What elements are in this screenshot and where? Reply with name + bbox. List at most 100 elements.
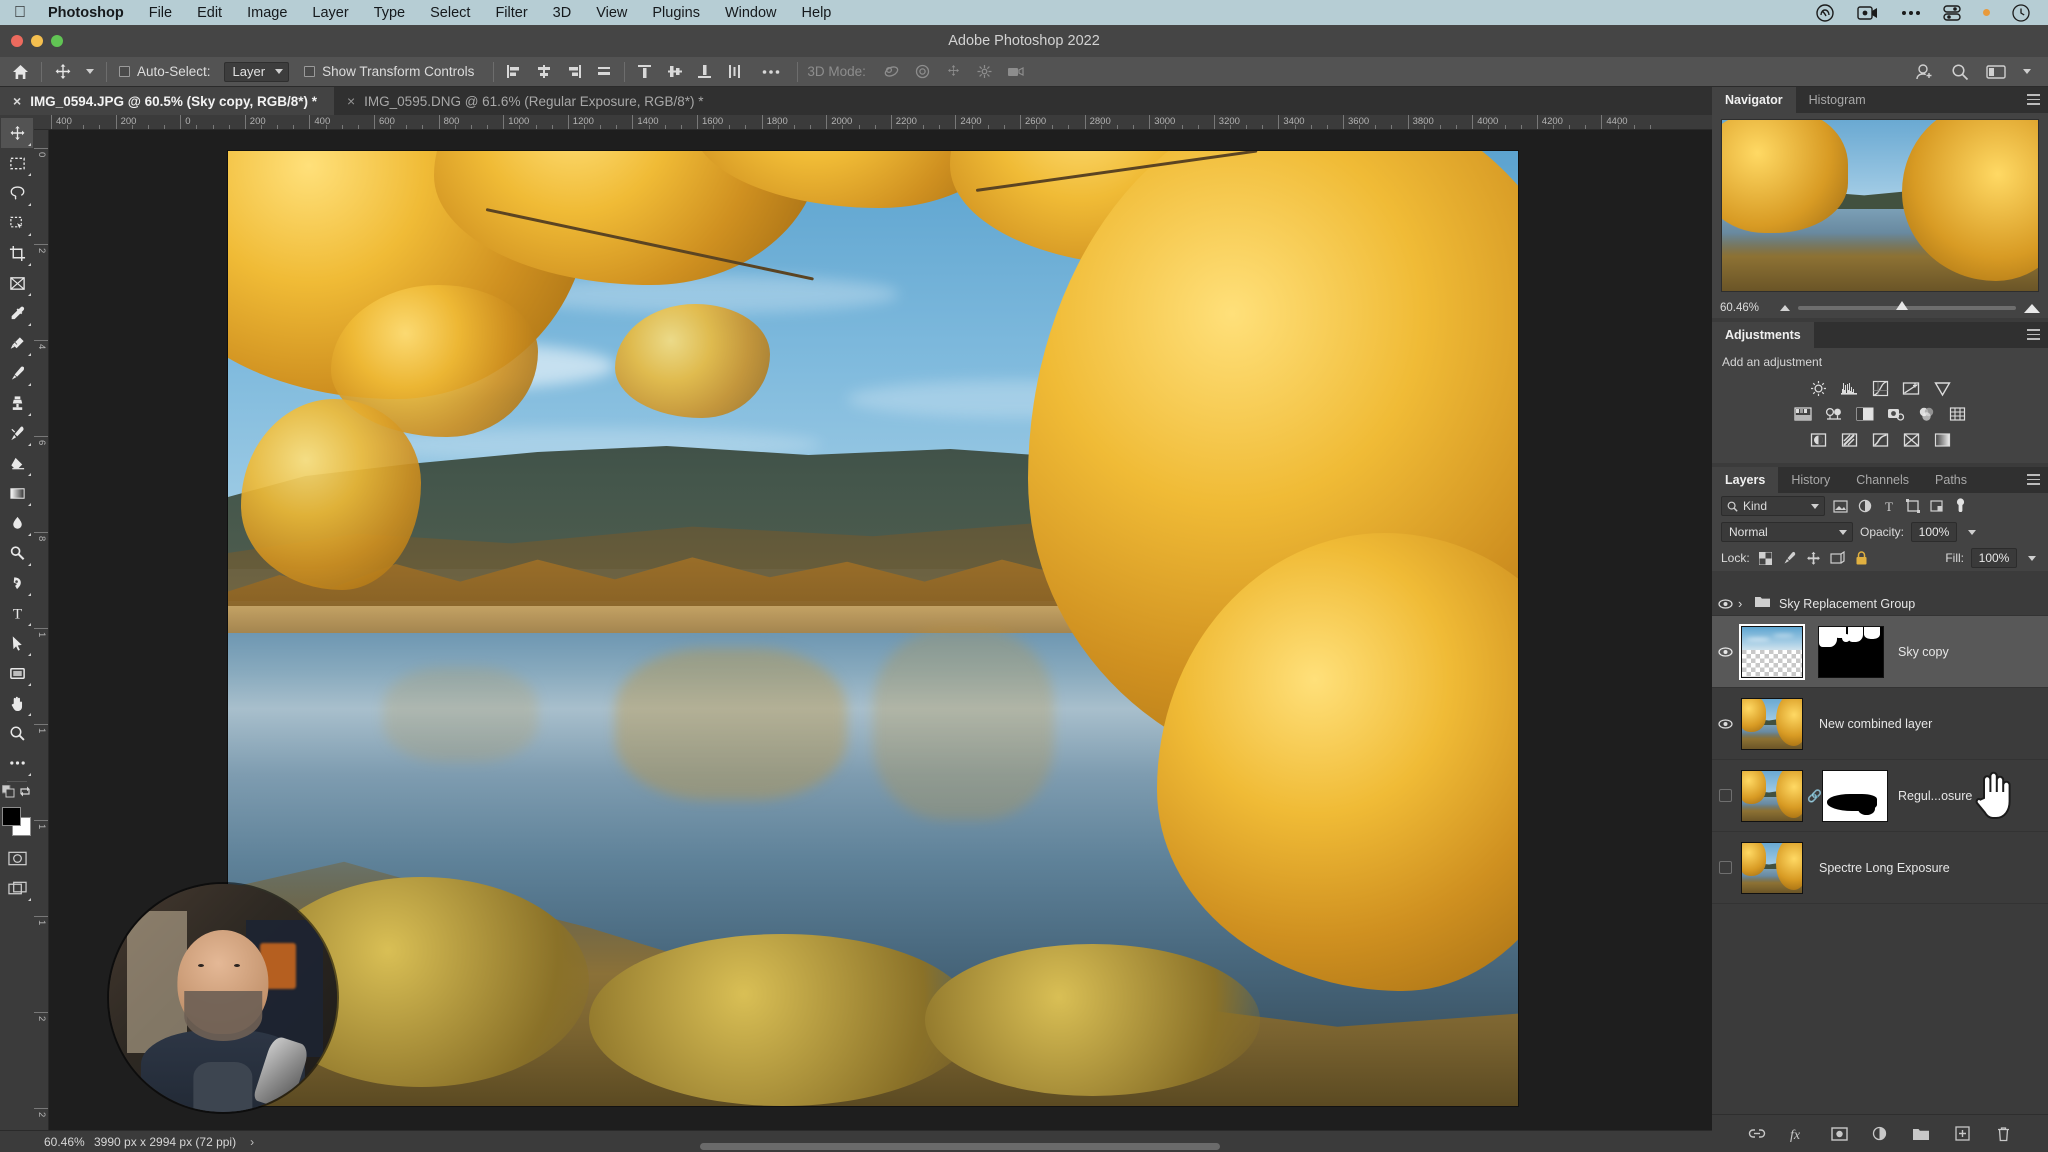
search-icon[interactable]: [1944, 57, 1976, 87]
object-selection-tool[interactable]: [1, 208, 33, 238]
menu-item-image[interactable]: Image: [247, 5, 287, 21]
3d-roll-icon[interactable]: [907, 57, 938, 87]
zoom-out-icon[interactable]: [1780, 305, 1790, 311]
add-layer-mask-icon[interactable]: [1829, 1124, 1849, 1144]
color-lookup-icon[interactable]: [1948, 404, 1968, 424]
show-transform-controls-checkbox[interactable]: Show Transform Controls: [297, 57, 481, 87]
zoom-level[interactable]: 60.46%: [0, 1135, 85, 1149]
black-white-icon[interactable]: [1855, 404, 1875, 424]
layer-visibility-toggle[interactable]: [1712, 861, 1738, 874]
screen-mode-icon[interactable]: [1, 873, 33, 903]
distribute-top-icon[interactable]: [630, 57, 660, 87]
layer-mask-thumbnail[interactable]: [1818, 625, 1884, 678]
align-left-edges-icon[interactable]: [499, 57, 529, 87]
pen-tool[interactable]: [1, 568, 33, 598]
layer-visibility-toggle[interactable]: [1712, 789, 1738, 802]
menu-item-plugins[interactable]: Plugins: [652, 5, 700, 21]
clock-icon[interactable]: [2012, 3, 2030, 22]
spot-healing-brush-tool[interactable]: [1, 328, 33, 358]
filter-toggle-icon[interactable]: [1952, 497, 1969, 516]
new-layer-icon[interactable]: [1952, 1124, 1972, 1144]
color-balance-icon[interactable]: [1824, 404, 1844, 424]
distribute-horizontal-icon[interactable]: [720, 57, 750, 87]
brightness-contrast-icon[interactable]: [1808, 378, 1828, 398]
lock-artboard-icon[interactable]: [1829, 549, 1846, 568]
clone-stamp-tool[interactable]: [1, 388, 33, 418]
distribute-vertical-centers-icon[interactable]: [660, 57, 690, 87]
tab-paths[interactable]: Paths: [1922, 467, 1980, 493]
frame-tool[interactable]: [1, 268, 33, 298]
3d-pan-icon[interactable]: [938, 57, 969, 87]
threshold-icon[interactable]: [1870, 430, 1890, 450]
status-expand-icon[interactable]: ›: [236, 1135, 254, 1149]
3d-orbit-icon[interactable]: [876, 57, 907, 87]
menu-item-filter[interactable]: Filter: [495, 5, 527, 21]
link-layers-icon[interactable]: [1747, 1124, 1767, 1144]
swap-colors-icon[interactable]: [19, 785, 32, 803]
navigator-zoom-value[interactable]: 60.46%: [1720, 302, 1772, 314]
filter-smartobject-icon[interactable]: [1928, 497, 1945, 516]
navigator-preview[interactable]: [1712, 113, 2048, 298]
new-group-icon[interactable]: [1911, 1124, 1931, 1144]
layer-thumbnail[interactable]: [1741, 769, 1803, 822]
default-colors-icon[interactable]: [1, 784, 15, 803]
3d-slide-icon[interactable]: [969, 57, 1000, 87]
zoom-tool[interactable]: [1, 718, 33, 748]
home-icon[interactable]: [0, 57, 36, 87]
tab-histogram[interactable]: Histogram: [1796, 87, 1879, 113]
layers-list[interactable]: › Sky Replacement Group Sky copy New com…: [1712, 592, 2048, 1114]
more-options-icon[interactable]: [750, 57, 792, 87]
edit-toolbar-tool[interactable]: [1, 748, 33, 778]
screen-record-icon[interactable]: [1857, 5, 1879, 21]
fill-stepper-icon[interactable]: [2024, 548, 2039, 568]
posterize-icon[interactable]: [1839, 430, 1859, 450]
filter-image-icon[interactable]: [1832, 497, 1849, 516]
menu-item-type[interactable]: Type: [374, 5, 405, 21]
tab-navigator[interactable]: Navigator: [1712, 87, 1796, 113]
lock-image-pixels-icon[interactable]: [1781, 549, 1798, 568]
vibrance-icon[interactable]: [1932, 378, 1952, 398]
document-tab-0[interactable]: × IMG_0594.JPG @ 60.5% (Sky copy, RGB/8*…: [0, 87, 334, 115]
filter-adjustment-icon[interactable]: [1856, 497, 1873, 516]
gradient-map-icon[interactable]: [1932, 430, 1952, 450]
blur-tool[interactable]: [1, 508, 33, 538]
close-tab-icon[interactable]: ×: [13, 94, 21, 108]
levels-icon[interactable]: [1839, 378, 1859, 398]
layer-mask-thumbnail[interactable]: [1822, 769, 1888, 822]
ellipsis-icon[interactable]: [1901, 10, 1921, 16]
align-top-edges-icon[interactable]: [589, 57, 619, 87]
chevron-down-icon[interactable]: [2016, 57, 2038, 87]
zoom-in-icon[interactable]: [2024, 303, 2040, 313]
foreground-color-swatch[interactable]: [2, 807, 21, 826]
channel-mixer-icon[interactable]: [1917, 404, 1937, 424]
layer-row-spectre[interactable]: Spectre Long Exposure: [1712, 832, 2048, 904]
menu-item-layer[interactable]: Layer: [312, 5, 348, 21]
panel-menu-icon[interactable]: [2027, 329, 2040, 343]
curves-icon[interactable]: [1870, 378, 1890, 398]
crop-tool[interactable]: [1, 238, 33, 268]
canvas-area[interactable]: [49, 130, 1712, 1130]
control-center-icon[interactable]: [1943, 4, 1961, 21]
menu-item-file[interactable]: File: [149, 5, 172, 21]
lasso-tool[interactable]: [1, 178, 33, 208]
lock-all-icon[interactable]: [1853, 549, 1870, 568]
color-swatches[interactable]: [2, 807, 32, 837]
menu-item-select[interactable]: Select: [430, 5, 470, 21]
move-tool[interactable]: [1, 118, 33, 148]
quick-mask-icon[interactable]: [1, 843, 33, 873]
lock-position-icon[interactable]: [1805, 549, 1822, 568]
eraser-tool[interactable]: [1, 448, 33, 478]
menu-item-photoshop[interactable]: Photoshop: [48, 5, 124, 21]
tab-channels[interactable]: Channels: [1843, 467, 1922, 493]
lock-transparent-pixels-icon[interactable]: [1757, 549, 1774, 568]
hand-tool[interactable]: [1, 688, 33, 718]
photo-filter-icon[interactable]: [1886, 404, 1906, 424]
opacity-value[interactable]: 100%: [1911, 522, 1958, 542]
move-tool-icon[interactable]: [47, 57, 79, 87]
layer-thumbnail[interactable]: [1741, 841, 1803, 894]
layer-thumbnail[interactable]: [1741, 697, 1803, 750]
opacity-stepper-icon[interactable]: [1964, 522, 1979, 542]
new-adjustment-layer-icon[interactable]: [1870, 1124, 1890, 1144]
menu-item-window[interactable]: Window: [725, 5, 777, 21]
close-tab-icon[interactable]: ×: [347, 94, 355, 108]
